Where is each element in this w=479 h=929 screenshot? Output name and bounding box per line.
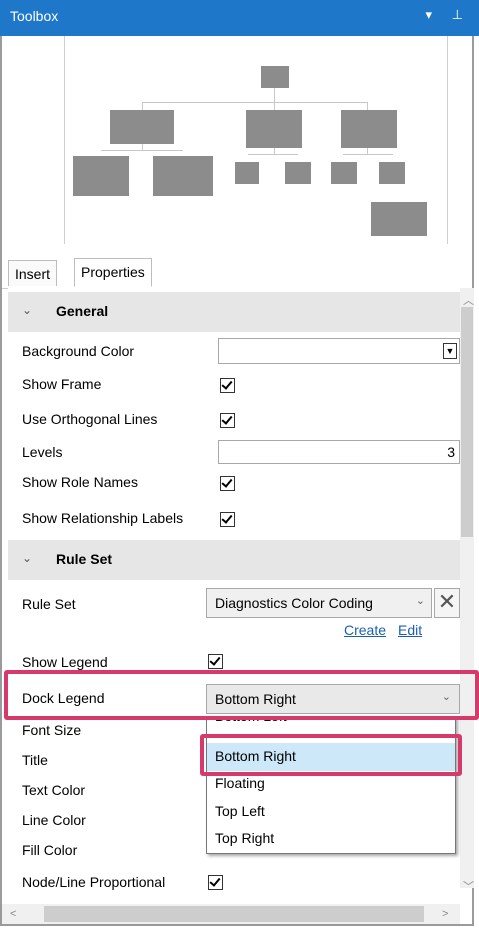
title-label: Title [22, 752, 48, 768]
pin-icon[interactable]: ▾ ⊥ [426, 7, 471, 23]
font-size-label: Font Size [22, 722, 82, 738]
tab-properties[interactable]: Properties [74, 258, 152, 287]
tab-insert[interactable]: Insert [8, 260, 58, 286]
preview-node [235, 162, 259, 184]
diagram-preview [64, 36, 448, 244]
show-frame-checkbox[interactable] [220, 378, 235, 393]
rule-set-dropdown[interactable]: Diagnostics Color Coding ⌄ [206, 588, 432, 618]
toolbox-title: Toolbox [10, 8, 59, 24]
preview-node [73, 156, 129, 196]
toolbox-titlebar: Toolbox ▾ ⊥ [0, 0, 479, 36]
line-color-label: Line Color [22, 812, 86, 828]
node-line-proportional-checkbox[interactable] [208, 875, 223, 890]
edit-link[interactable]: Edit [398, 622, 422, 638]
scroll-left-icon[interactable]: < [10, 908, 16, 920]
scroll-down-icon[interactable]: ﹀ [463, 878, 474, 894]
use-orthogonal-lines-checkbox[interactable] [220, 413, 235, 428]
preview-line [142, 102, 367, 103]
show-relationship-labels-checkbox[interactable] [220, 512, 235, 527]
preview-legend [371, 202, 427, 236]
levels-value: 3 [447, 444, 455, 460]
preview-node [341, 110, 397, 148]
show-legend-checkbox[interactable] [208, 654, 223, 669]
background-color-label: Background Color [22, 343, 135, 359]
preview-node [379, 162, 405, 184]
levels-label: Levels [22, 444, 63, 460]
show-frame-label: Show Frame [22, 376, 102, 392]
scroll-right-icon[interactable]: > [442, 908, 448, 920]
background-color-picker[interactable]: ▼ [218, 338, 460, 364]
show-role-names-checkbox[interactable] [220, 476, 235, 491]
show-relationship-labels-label: Show Relationship Labels [22, 510, 184, 526]
preview-line [248, 154, 298, 155]
option-top-left[interactable]: Top Left [215, 803, 265, 819]
section-general-label: General [56, 303, 109, 319]
text-color-label: Text Color [22, 782, 86, 798]
dropdown-arrow-icon[interactable]: ▼ [443, 343, 457, 359]
horizontal-scroll-thumb[interactable] [44, 906, 424, 922]
bottom-right-highlight [200, 734, 462, 776]
preview-line [367, 102, 368, 110]
option-top-right[interactable]: Top Right [215, 830, 274, 846]
preview-line [101, 150, 183, 151]
use-orthogonal-lines-label: Use Orthogonal Lines [22, 411, 158, 427]
section-general[interactable]: ⌄ General [8, 292, 460, 332]
section-rule-set-label: Rule Set [56, 551, 113, 567]
dock-legend-highlight [4, 670, 479, 720]
preview-line [343, 154, 393, 155]
preview-node [246, 110, 302, 148]
tab-strip: Insert Properties [2, 244, 472, 289]
preview-node [110, 110, 174, 144]
preview-line [142, 102, 143, 110]
preview-node [331, 162, 357, 184]
section-rule-set[interactable]: ⌄ Rule Set [8, 540, 460, 580]
preview-line [274, 88, 275, 102]
rule-set-label: Rule Set [22, 596, 76, 612]
node-line-proportional-label: Node/Line Proportional [22, 874, 166, 890]
scroll-up-icon[interactable]: ︿ [463, 292, 474, 308]
create-link[interactable]: Create [344, 622, 386, 638]
clear-rule-set-icon[interactable]: ✕ [434, 588, 460, 618]
preview-node [261, 66, 289, 88]
chevron-down-icon[interactable]: ⌄ [22, 303, 32, 317]
fill-color-label: Fill Color [22, 842, 78, 858]
levels-input[interactable]: 3 [218, 440, 460, 464]
preview-node [153, 156, 213, 196]
preview-line [274, 102, 275, 110]
option-floating[interactable]: Floating [215, 775, 265, 791]
chevron-down-icon[interactable]: ⌄ [22, 551, 32, 565]
rule-set-value: Diagnostics Color Coding [215, 595, 373, 611]
show-role-names-label: Show Role Names [22, 474, 138, 490]
chevron-down-icon[interactable]: ⌄ [416, 594, 425, 607]
preview-node [285, 162, 311, 184]
show-legend-label: Show Legend [22, 654, 108, 670]
vertical-scroll-thumb[interactable] [461, 307, 473, 537]
